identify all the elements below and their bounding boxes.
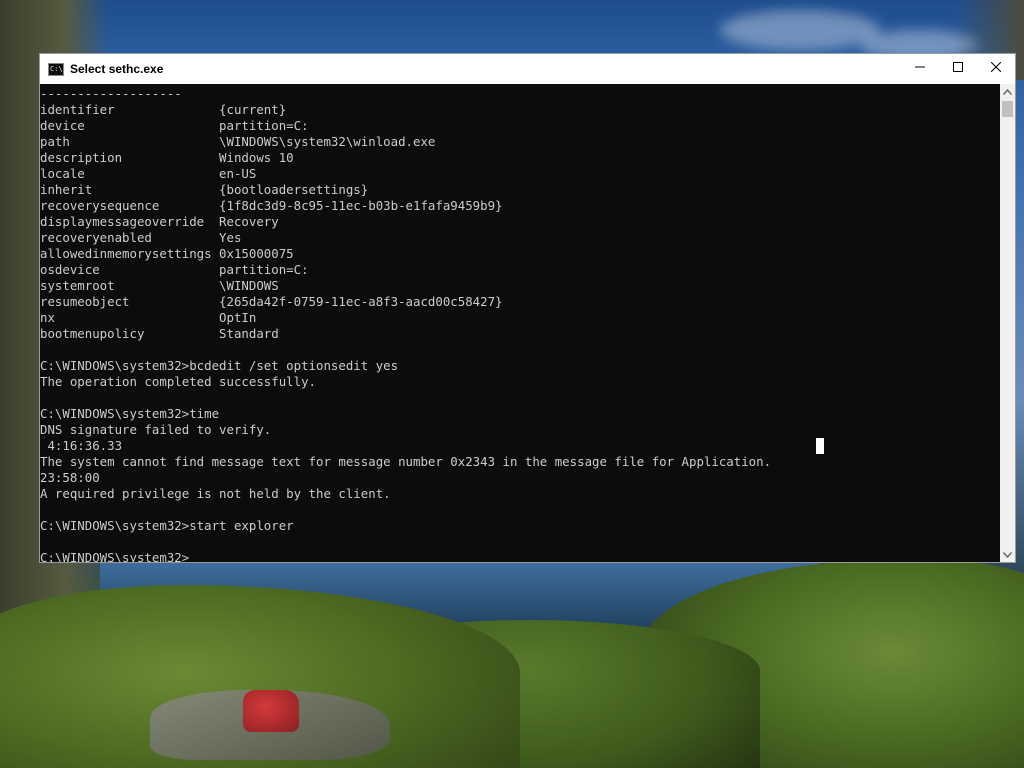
cmd-window[interactable]: C:\ Select sethc.exe -------------------…	[39, 53, 1016, 563]
console-line: path \WINDOWS\system32\winload.exe	[40, 134, 436, 149]
console-line: locale en-US	[40, 166, 257, 181]
window-controls	[901, 54, 1015, 84]
scroll-down-button[interactable]	[1000, 547, 1015, 562]
console-line: C:\WINDOWS\system32>bcdedit /set options…	[40, 358, 399, 373]
scrollbar-thumb[interactable]	[1002, 101, 1013, 117]
window-title: Select sethc.exe	[70, 62, 164, 76]
console-line: device partition=C:	[40, 118, 309, 133]
console-line: The system cannot find message text for …	[40, 454, 772, 469]
minimize-button[interactable]	[901, 54, 939, 80]
console-line: description Windows 10	[40, 150, 294, 165]
console-line: osdevice partition=C:	[40, 262, 309, 277]
backpack	[243, 690, 299, 732]
console-line: displaymessageoverride Recovery	[40, 214, 279, 229]
console-line: A required privilege is not held by the …	[40, 486, 391, 501]
console-line: systemroot \WINDOWS	[40, 278, 279, 293]
console-line: 4:16:36.33	[40, 438, 123, 453]
cloud	[720, 10, 880, 50]
console-line: 23:58:00	[40, 470, 100, 485]
console-line: resumeobject {265da42f-0759-11ec-a8f3-aa…	[40, 294, 503, 309]
console-line: DNS signature failed to verify.	[40, 422, 272, 437]
console-line: C:\WINDOWS\system32>start explorer	[40, 518, 294, 533]
console-line: C:\WINDOWS\system32>	[40, 550, 190, 562]
console-line: nx OptIn	[40, 310, 257, 325]
chevron-up-icon	[1003, 88, 1012, 95]
console-line: allowedinmemorysettings 0x15000075	[40, 246, 294, 261]
cmd-app-icon[interactable]: C:\	[48, 62, 64, 76]
maximize-icon	[953, 62, 963, 72]
text-cursor	[816, 438, 824, 454]
maximize-button[interactable]	[939, 54, 977, 80]
vertical-scrollbar[interactable]	[1000, 84, 1015, 562]
console-line: recoveryenabled Yes	[40, 230, 242, 245]
console-output[interactable]: ------------------- identifier {current} d…	[40, 84, 1001, 562]
minimize-icon	[915, 66, 925, 68]
console-line: bootmenupolicy Standard	[40, 326, 279, 341]
console-line: recoverysequence {1f8dc3d9-8c95-11ec-b03…	[40, 198, 503, 213]
console-line: C:\WINDOWS\system32>time	[40, 406, 220, 421]
console-line: identifier {current}	[40, 102, 287, 117]
console-line: inherit {bootloadersettings}	[40, 182, 369, 197]
title-bar[interactable]: C:\ Select sethc.exe	[40, 54, 1015, 84]
close-icon	[991, 62, 1001, 72]
console-line: The operation completed successfully.	[40, 374, 317, 389]
close-button[interactable]	[977, 54, 1015, 80]
console-line: -------------------	[40, 86, 182, 101]
chevron-down-icon	[1003, 551, 1012, 558]
scroll-up-button[interactable]	[1000, 84, 1015, 99]
